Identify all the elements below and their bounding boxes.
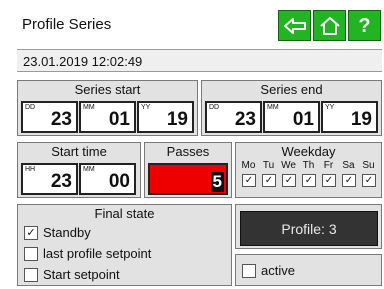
series-start-day-field[interactable]: DD 23 <box>21 101 78 133</box>
weekday-label-tu: Tu <box>262 160 275 171</box>
series-start-month-field[interactable]: MM 01 <box>79 101 136 133</box>
weekday-label-fr: Fr <box>323 160 334 171</box>
final-state-panel: Final state ✓ Standby last profile setpo… <box>17 204 232 286</box>
start-time-hour-field[interactable]: HH 23 <box>21 163 78 195</box>
series-start-day-value: 23 <box>50 109 72 130</box>
year-tag: YY <box>141 104 151 111</box>
checkbox[interactable] <box>24 246 38 261</box>
series-end-label: Series end <box>260 82 323 97</box>
series-start-year-value: 19 <box>166 109 188 130</box>
back-button[interactable] <box>278 10 311 41</box>
passes-panel: Passes 5 <box>144 142 232 198</box>
start-time-panel: Start time HH 23 MM 00 <box>17 142 141 198</box>
current-datetime: 23.01.2019 12:02:49 <box>17 49 382 72</box>
series-end-year-field[interactable]: YY 19 <box>321 101 378 133</box>
series-start-panel: Series start DD 23 MM 01 YY 19 <box>17 80 198 136</box>
series-start-year-field[interactable]: YY 19 <box>137 101 194 133</box>
weekday-label-su: Su <box>362 160 375 171</box>
weekday-checkbox-mo[interactable]: ✓ <box>242 174 256 187</box>
start-time-label: Start time <box>51 144 107 159</box>
checkbox[interactable] <box>24 267 38 282</box>
weekday-label-th: Th <box>302 160 315 171</box>
option-label: Start setpoint <box>43 267 120 282</box>
weekday-checkbox-we[interactable]: ✓ <box>282 174 296 187</box>
series-end-day-value: 23 <box>234 109 256 130</box>
passes-label: Passes <box>166 144 210 159</box>
active-toggle[interactable]: active <box>242 263 295 278</box>
start-time-minute-field[interactable]: MM 00 <box>79 163 136 195</box>
final-state-option-standby[interactable]: ✓ Standby <box>24 225 91 240</box>
day-tag: DD <box>25 104 36 111</box>
profile-button[interactable]: Profile: 3 <box>240 211 378 246</box>
back-arrow-icon <box>283 17 306 34</box>
month-tag: MM <box>83 104 95 111</box>
weekday-checkbox-fr[interactable]: ✓ <box>322 174 336 187</box>
series-end-day-field[interactable]: DD 23 <box>205 101 262 133</box>
final-state-option-start-setpoint[interactable]: Start setpoint <box>24 267 120 282</box>
start-time-minute-value: 00 <box>108 171 130 192</box>
checkbox[interactable]: ✓ <box>24 225 38 240</box>
series-end-panel: Series end DD 23 MM 01 YY 19 <box>201 80 382 136</box>
final-state-option-last-profile-setpoint[interactable]: last profile setpoint <box>24 246 151 261</box>
option-label: last profile setpoint <box>43 246 152 261</box>
weekday-checkbox-th[interactable]: ✓ <box>302 174 316 187</box>
day-tag: DD <box>209 104 220 111</box>
start-time-hour-value: 23 <box>50 171 72 192</box>
home-icon <box>319 16 340 35</box>
passes-value: 5 <box>210 172 224 192</box>
weekday-checkbox-su[interactable]: ✓ <box>362 174 376 187</box>
minute-tag: MM <box>83 166 95 173</box>
passes-field[interactable]: 5 <box>148 163 228 195</box>
weekday-label: Weekday <box>281 144 336 159</box>
home-button[interactable] <box>313 10 346 41</box>
page-title: Profile Series <box>22 16 112 33</box>
series-start-label: Series start <box>74 82 141 97</box>
series-start-month-value: 01 <box>108 109 130 130</box>
month-tag: MM <box>267 104 279 111</box>
hour-tag: HH <box>25 166 36 173</box>
final-state-label: Final state <box>94 206 155 221</box>
active-label: active <box>261 263 295 278</box>
weekday-label-we: We <box>281 160 296 171</box>
weekday-checkbox-tu[interactable]: ✓ <box>262 174 276 187</box>
option-label: Standby <box>43 225 91 240</box>
question-mark-icon: ? <box>358 14 371 37</box>
weekday-panel: Weekday Mo ✓ Tu ✓ We ✓ Th ✓ Fr ✓ Sa ✓ Su ✓ <box>235 142 382 198</box>
year-tag: YY <box>325 104 335 111</box>
weekday-checkbox-sa[interactable]: ✓ <box>342 174 356 187</box>
weekday-label-mo: Mo <box>241 160 256 171</box>
checkbox[interactable] <box>242 263 256 278</box>
weekday-label-sa: Sa <box>342 160 355 171</box>
help-button[interactable]: ? <box>348 10 381 41</box>
series-end-month-field[interactable]: MM 01 <box>263 101 320 133</box>
active-panel: active <box>235 254 382 286</box>
series-end-year-value: 19 <box>350 109 372 130</box>
series-end-month-value: 01 <box>292 109 314 130</box>
